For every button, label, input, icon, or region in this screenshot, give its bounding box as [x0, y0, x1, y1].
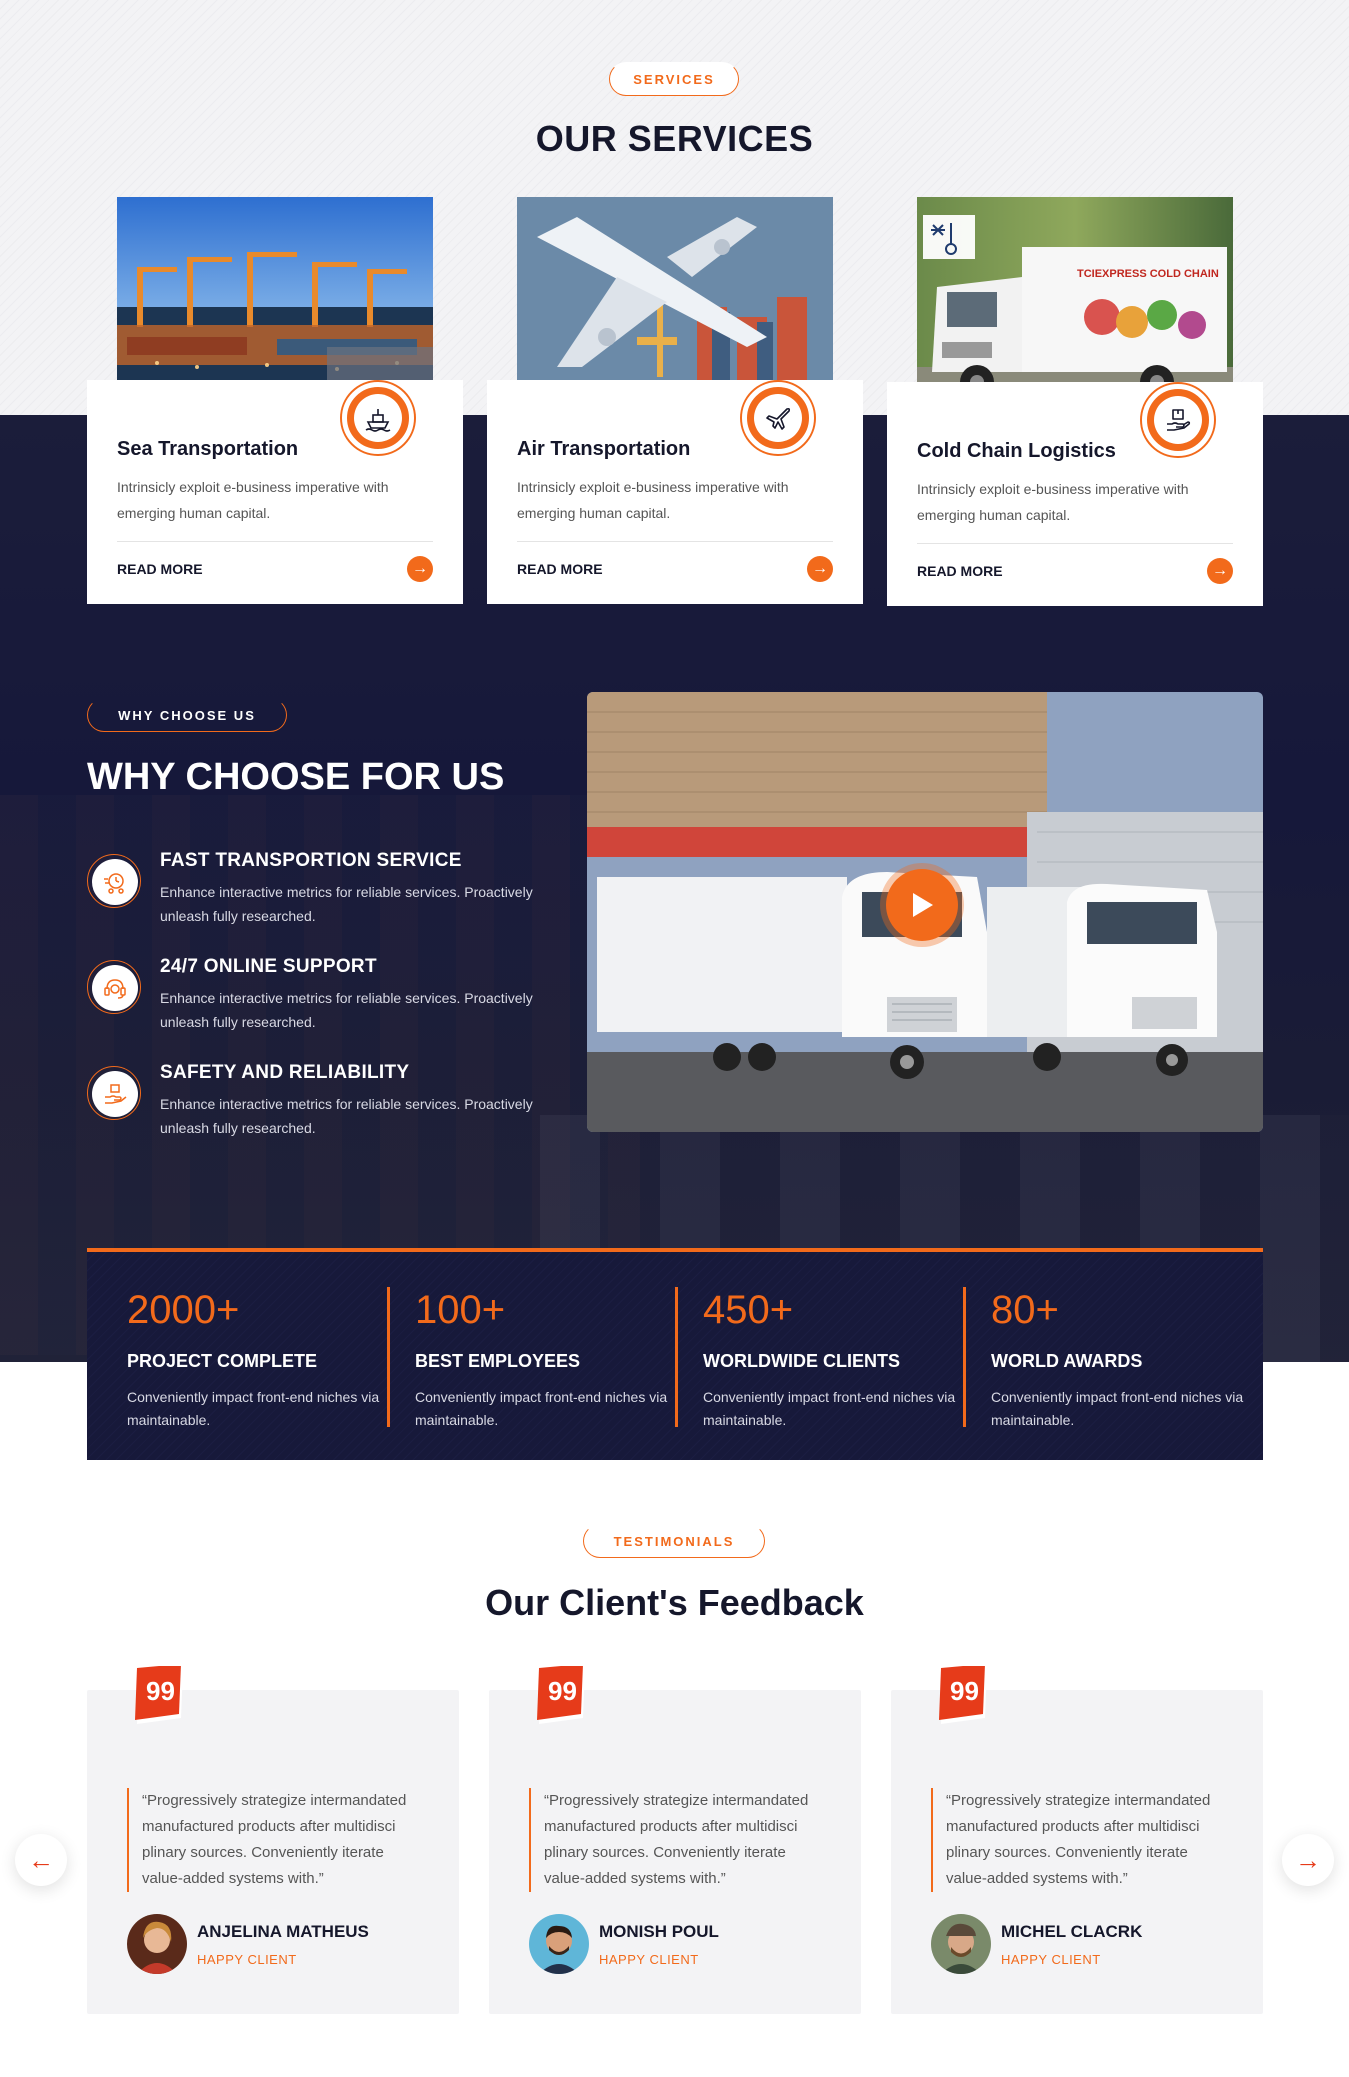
why-choose-tag: WHY CHOOSE US [87, 698, 287, 732]
arrow-right-icon: → [1295, 1844, 1321, 1875]
counter-divider [387, 1287, 390, 1427]
play-icon [913, 893, 933, 917]
counter-label: WORLDWIDE CLIENTS [703, 1351, 900, 1371]
feature-title: SAFETY AND RELIABILITY [160, 1062, 410, 1083]
read-more-link[interactable]: READ MORE [517, 561, 603, 577]
testimonial-card: 99 “Progressively strategize intermandat… [489, 1666, 861, 2014]
service-title: Air Transportation [517, 438, 691, 460]
divider [917, 543, 1233, 544]
testimonials-title: Our Client's Feedback [485, 1582, 864, 1623]
client-name: MICHEL CLACRK [1001, 1922, 1143, 1941]
feature-title: 24/7 ONLINE SUPPORT [160, 956, 377, 977]
counter-number: 100+ [415, 1288, 506, 1332]
avatar [127, 1914, 187, 1974]
avatar [931, 1914, 991, 1974]
testimonial-quote: “Progressively strategize intermandated … [127, 1788, 427, 1892]
counter-text: Conveniently impact front-end niches via… [991, 1389, 1244, 1428]
counter-divider [675, 1287, 678, 1427]
safety-hand-icon [87, 1066, 141, 1120]
testimonials-tag-label: TESTIMONIALS [613, 1533, 735, 1549]
quote-icon: 99 [537, 1666, 585, 1724]
testimonial-quote: “Progressively strategize intermandated … [529, 1788, 829, 1892]
feature-description: Enhance interactive metrics for reliable… [160, 990, 533, 1030]
fast-delivery-icon [87, 854, 141, 908]
why-choose-tag-label: WHY CHOOSE US [118, 707, 256, 723]
counter-label: BEST EMPLOYEES [415, 1351, 581, 1371]
carousel-prev-button[interactable]: ← [15, 1834, 67, 1886]
counter-section: 2000+ PROJECT COMPLETE Conveniently impa… [87, 1248, 1263, 1460]
counter-text: Conveniently impact front-end niches via… [415, 1389, 668, 1428]
services-title: OUR SERVICES [535, 118, 814, 159]
read-more-link[interactable]: READ MORE [917, 563, 1003, 579]
counter-label: PROJECT COMPLETE [127, 1351, 318, 1371]
arrow-right-icon[interactable]: → [807, 556, 833, 582]
arrow-right-icon[interactable]: → [1207, 558, 1233, 584]
counter-number: 450+ [703, 1288, 794, 1332]
counter-number: 80+ [991, 1288, 1059, 1332]
why-choose-title: WHY CHOOSE FOR US [87, 756, 505, 798]
avatar [529, 1914, 589, 1974]
client-role: HAPPY CLIENT [1001, 1952, 1101, 1967]
counter-label: WORLD AWARDS [991, 1351, 1143, 1371]
ship-icon [342, 382, 414, 454]
divider [517, 541, 833, 542]
service-description: Intrinsicly exploit e-business imperativ… [917, 481, 1189, 523]
testimonial-card: 99 “Progressively strategize intermandat… [87, 1666, 459, 2014]
client-name: MONISH POUL [599, 1922, 719, 1941]
testimonial-quote: “Progressively strategize intermandated … [931, 1788, 1231, 1892]
quote-icon: 99 [939, 1666, 987, 1724]
service-title: Sea Transportation [117, 438, 299, 460]
client-role: HAPPY CLIENT [197, 1952, 297, 1967]
svg-text:99: 99 [146, 1676, 175, 1706]
airplane-icon [742, 382, 814, 454]
box-hand-icon [1142, 384, 1214, 456]
client-role: HAPPY CLIENT [599, 1952, 699, 1967]
services-tag-label: SERVICES [633, 71, 715, 87]
truck-brand-text: TCIEXPRESS COLD CHAIN [1077, 268, 1219, 280]
client-name: ANJELINA MATHEUS [197, 1922, 369, 1941]
counter-number: 2000+ [127, 1288, 240, 1332]
arrow-left-icon: ← [28, 1844, 54, 1875]
play-button[interactable] [886, 869, 958, 941]
service-description: Intrinsicly exploit e-business imperativ… [117, 479, 389, 521]
counter-text: Conveniently impact front-end niches via… [703, 1389, 956, 1428]
services-tag: SERVICES [609, 62, 739, 96]
testimonial-card: 99 “Progressively strategize intermandat… [891, 1666, 1263, 2014]
support-icon [87, 960, 141, 1014]
quote-icon: 99 [135, 1666, 183, 1724]
service-title: Cold Chain Logistics [917, 440, 1116, 462]
carousel-next-button[interactable]: → [1282, 1834, 1334, 1886]
svg-text:99: 99 [950, 1676, 979, 1706]
service-description: Intrinsicly exploit e-business imperativ… [517, 479, 789, 521]
counter-divider [963, 1287, 966, 1427]
counter-text: Conveniently impact front-end niches via… [127, 1389, 380, 1428]
testimonials-tag: TESTIMONIALS [583, 1524, 765, 1558]
read-more-link[interactable]: READ MORE [117, 561, 203, 577]
divider [117, 541, 433, 542]
svg-text:99: 99 [548, 1676, 577, 1706]
feature-description: Enhance interactive metrics for reliable… [160, 884, 533, 924]
feature-title: FAST TRANSPORTION SERVICE [160, 850, 462, 871]
arrow-right-icon[interactable]: → [407, 556, 433, 582]
feature-description: Enhance interactive metrics for reliable… [160, 1096, 533, 1136]
